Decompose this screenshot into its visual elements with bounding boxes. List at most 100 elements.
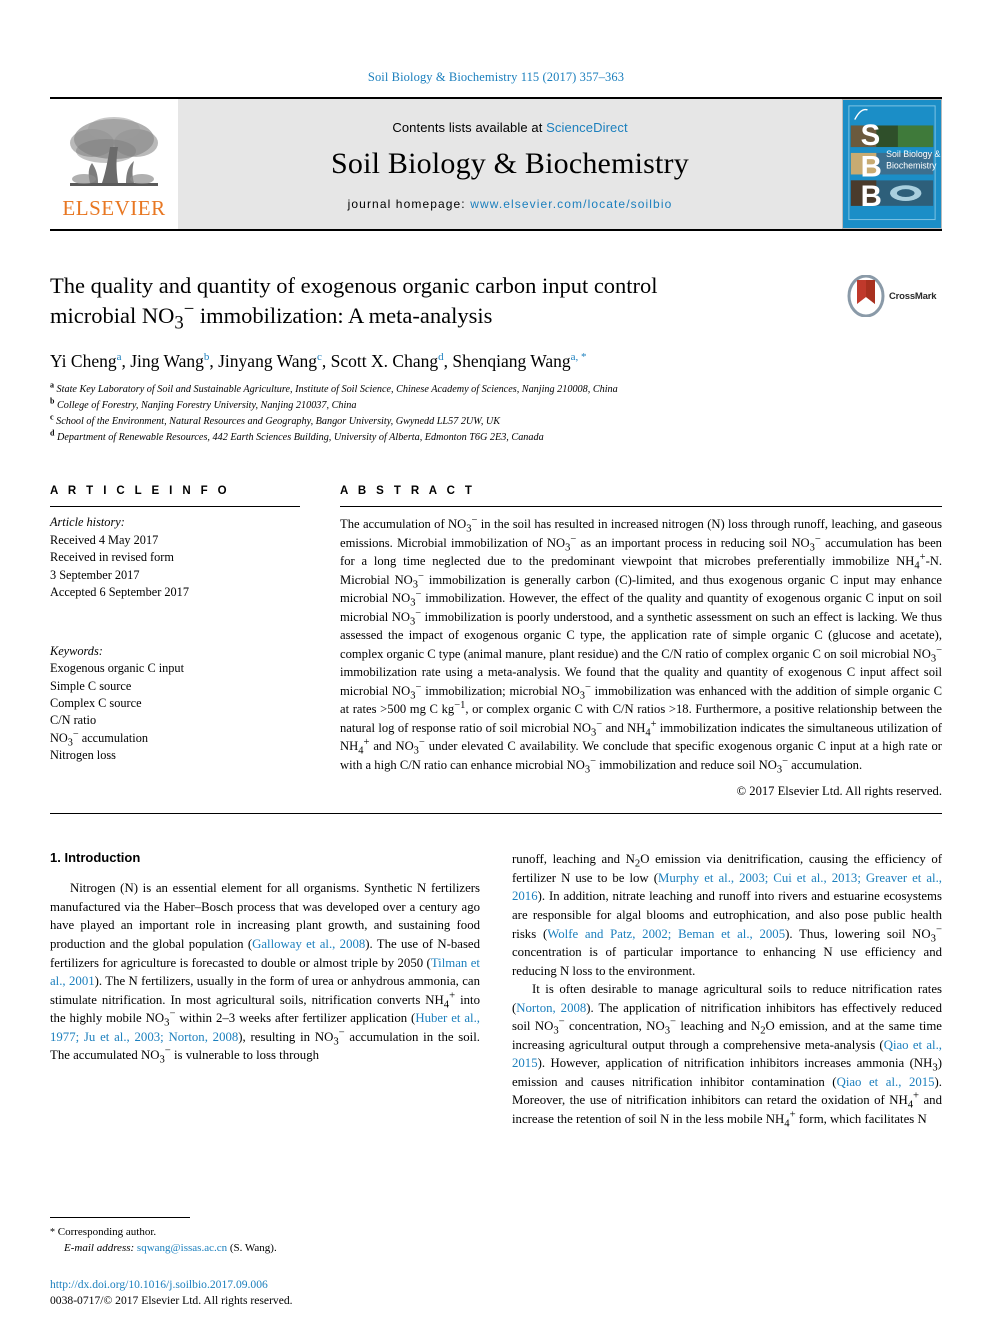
abstract-copyright: © 2017 Elsevier Ltd. All rights reserved… (736, 784, 942, 799)
body-column-left: 1. Introduction Nitrogen (N) is an essen… (50, 850, 480, 1128)
affiliation-b-mark: b (50, 396, 55, 406)
homepage-prefix: journal homepage: (347, 196, 471, 211)
crossmark-label: CrossMark (889, 290, 937, 302)
elsevier-wordmark: ELSEVIER (62, 196, 166, 220)
paper-page: Soil Biology & Biochemistry 115 (2017) 3… (0, 0, 992, 1323)
affiliation-a: a State Key Laboratory of Soil and Susta… (50, 380, 942, 398)
affiliation-a-text: State Key Laboratory of Soil and Sustain… (56, 384, 618, 396)
author-3: Jinyang Wangc (218, 351, 322, 371)
author-2: Jing Wangb (130, 351, 209, 371)
elsevier-tree-icon (70, 117, 158, 186)
author-3-mark: c (317, 351, 322, 364)
cover-title-line2: Biochemistry (886, 161, 937, 171)
author-4: Scott X. Changd (331, 351, 444, 371)
title-block: CrossMark The quality and quantity of ex… (50, 271, 942, 445)
keyword-0: Exogenous organic C input (50, 661, 184, 676)
keyword-3: C/N ratio (50, 713, 97, 728)
author-5: Shenqiang Wanga, * (452, 351, 586, 371)
footnote-rule (50, 1216, 190, 1218)
citation-galloway-2008[interactable]: Galloway et al., 2008 (252, 937, 365, 951)
body-column-right: runoff, leaching and N2O emission via de… (512, 850, 943, 1130)
article-info-column: A R T I C L E I N F O Article history: R… (50, 485, 300, 799)
author-3-name: Jinyang Wang (218, 351, 318, 372)
page-title: The quality and quantity of exogenous or… (50, 271, 830, 334)
corresponding-author-label: Corresponding author. (57, 1225, 157, 1238)
elsevier-logo: ELSEVIER (50, 99, 178, 229)
cover-title-line1: Soil Biology & (886, 149, 940, 159)
author-list: Yi Chenga, Jing Wangb, Jinyang Wangc, Sc… (50, 351, 587, 372)
author-5-mark: a, * (570, 351, 587, 364)
author-5-name: Shenqiang Wang (452, 351, 571, 372)
abstract-text: The accumulation of NO3− in the soil has… (340, 515, 943, 776)
author-1-mark: a (116, 351, 122, 364)
abstract-bottom-rule (50, 813, 942, 815)
sciencedirect-link[interactable]: ScienceDirect (546, 120, 628, 135)
page-footer: * Corresponding author. E-mail address: … (50, 1216, 490, 1309)
section-heading-introduction: 1. Introduction (50, 850, 141, 866)
history-item-2: 3 September 2017 (50, 567, 140, 582)
svg-text:B: B (861, 150, 882, 183)
corresponding-author-star: * (50, 1226, 55, 1238)
history-item-3: Accepted 6 September 2017 (50, 585, 189, 600)
article-history-label: Article history: (50, 515, 125, 530)
keyword-1: Simple C source (50, 678, 132, 693)
abstract-heading: A B S T R A C T (340, 485, 476, 498)
citation-tilman-2001[interactable]: Tilman et al., 2001 (50, 956, 480, 989)
keyword-2: Complex C source (50, 696, 142, 710)
journal-cover-art: S B B Soil Biology & Biochemistry (843, 100, 941, 226)
affiliation-b: b College of Forestry, Nanjing Forestry … (50, 396, 942, 414)
issn-copyright-line: 0038-0717/© 2017 Elsevier Ltd. All right… (50, 1293, 293, 1307)
author-2-name: Jing Wang (130, 351, 204, 372)
author-4-name: Scott X. Chang (330, 351, 439, 372)
crossmark-badge[interactable]: CrossMark (846, 273, 942, 319)
keywords-block: Keywords: Exogenous organic C input Simp… (50, 636, 300, 765)
keywords-label: Keywords: (50, 643, 103, 658)
email-note: E-mail address: sqwang@issas.ac.cn (S. W… (50, 1241, 490, 1257)
intro-paragraph-1-continued: runoff, leaching and N2O emission via de… (512, 852, 943, 978)
citation-wolfe-patz-2002-beman-2005[interactable]: Wolfe and Patz, 2002; Beman et al., 2005 (547, 927, 785, 941)
title-line-2-pre: microbial NO (50, 302, 175, 328)
affiliation-list: a State Key Laboratory of Soil and Susta… (50, 380, 942, 446)
contents-line: Contents lists available at ScienceDirec… (392, 120, 627, 135)
history-item-1: Received in revised form (50, 550, 174, 565)
email-link[interactable]: sqwang@issas.ac.cn (137, 1242, 227, 1254)
abstract-column: A B S T R A C T The accumulation of NO3−… (340, 485, 942, 799)
doi-link[interactable]: http://dx.doi.org/10.1016/j.soilbio.2017… (50, 1277, 490, 1293)
article-history-block: Article history: Received 4 May 2017 Rec… (50, 507, 300, 601)
affiliation-a-mark: a (50, 380, 54, 390)
svg-text:B: B (861, 180, 882, 213)
email-suffix: (S. Wang). (229, 1241, 277, 1254)
journal-band: Contents lists available at ScienceDirec… (178, 99, 842, 229)
affiliation-b-text: College of Forestry, Nanjing Forestry Un… (57, 399, 357, 411)
crossmark-icon (847, 275, 885, 317)
affiliation-d-mark: d (50, 428, 55, 438)
citation-murphy-2003-cui-2013-greaver-2016[interactable]: Murphy et al., 2003; Cui et al., 2013; G… (512, 871, 942, 904)
title-no3-subscript: 3 (174, 312, 184, 334)
intro-paragraph-2: It is often desirable to manage agricult… (512, 982, 943, 1130)
citation-qiao-2015-b[interactable]: Qiao et al., 2015 (837, 1075, 935, 1089)
affiliation-d-text: Department of Renewable Resources, 442 E… (57, 431, 544, 443)
journal-masthead: ELSEVIER Contents lists available at Sci… (50, 97, 942, 231)
citation-qiao-2015-a[interactable]: Qiao et al., 2015 (512, 1038, 942, 1071)
author-2-mark: b (203, 351, 210, 364)
title-line-2-post: immobilization: A meta-analysis (194, 302, 493, 328)
citation-huber-1977-ju-2003-norton-2008[interactable]: Huber et al., 1977; Ju et al., 2003; Nor… (50, 1011, 480, 1044)
keyword-4: NO3− accumulation (50, 728, 148, 749)
title-no3-superscript: − (183, 298, 195, 320)
contents-prefix: Contents lists available at (392, 119, 547, 135)
article-info-heading: A R T I C L E I N F O (50, 485, 231, 498)
author-1-name: Yi Cheng (50, 351, 117, 372)
keyword-5: Nitrogen loss (50, 748, 116, 763)
citation-norton-2008[interactable]: Norton, 2008 (516, 1001, 586, 1015)
author-4-mark: d (438, 351, 444, 364)
affiliation-c-text: School of the Environment, Natural Resou… (56, 415, 501, 427)
journal-homepage-link[interactable]: www.elsevier.com/locate/soilbio (470, 197, 672, 211)
affiliation-c: c School of the Environment, Natural Res… (50, 412, 942, 430)
title-line-1: The quality and quantity of exogenous or… (50, 273, 658, 298)
intro-paragraph-1: Nitrogen (N) is an essential element for… (50, 881, 481, 1066)
affiliation-c-mark: c (50, 412, 54, 422)
info-abstract-row: A R T I C L E I N F O Article history: R… (50, 485, 942, 799)
email-label: E-mail address: (64, 1241, 135, 1254)
affiliation-d: d Department of Renewable Resources, 442… (50, 428, 942, 446)
running-head: Soil Biology & Biochemistry 115 (2017) 3… (367, 70, 625, 84)
